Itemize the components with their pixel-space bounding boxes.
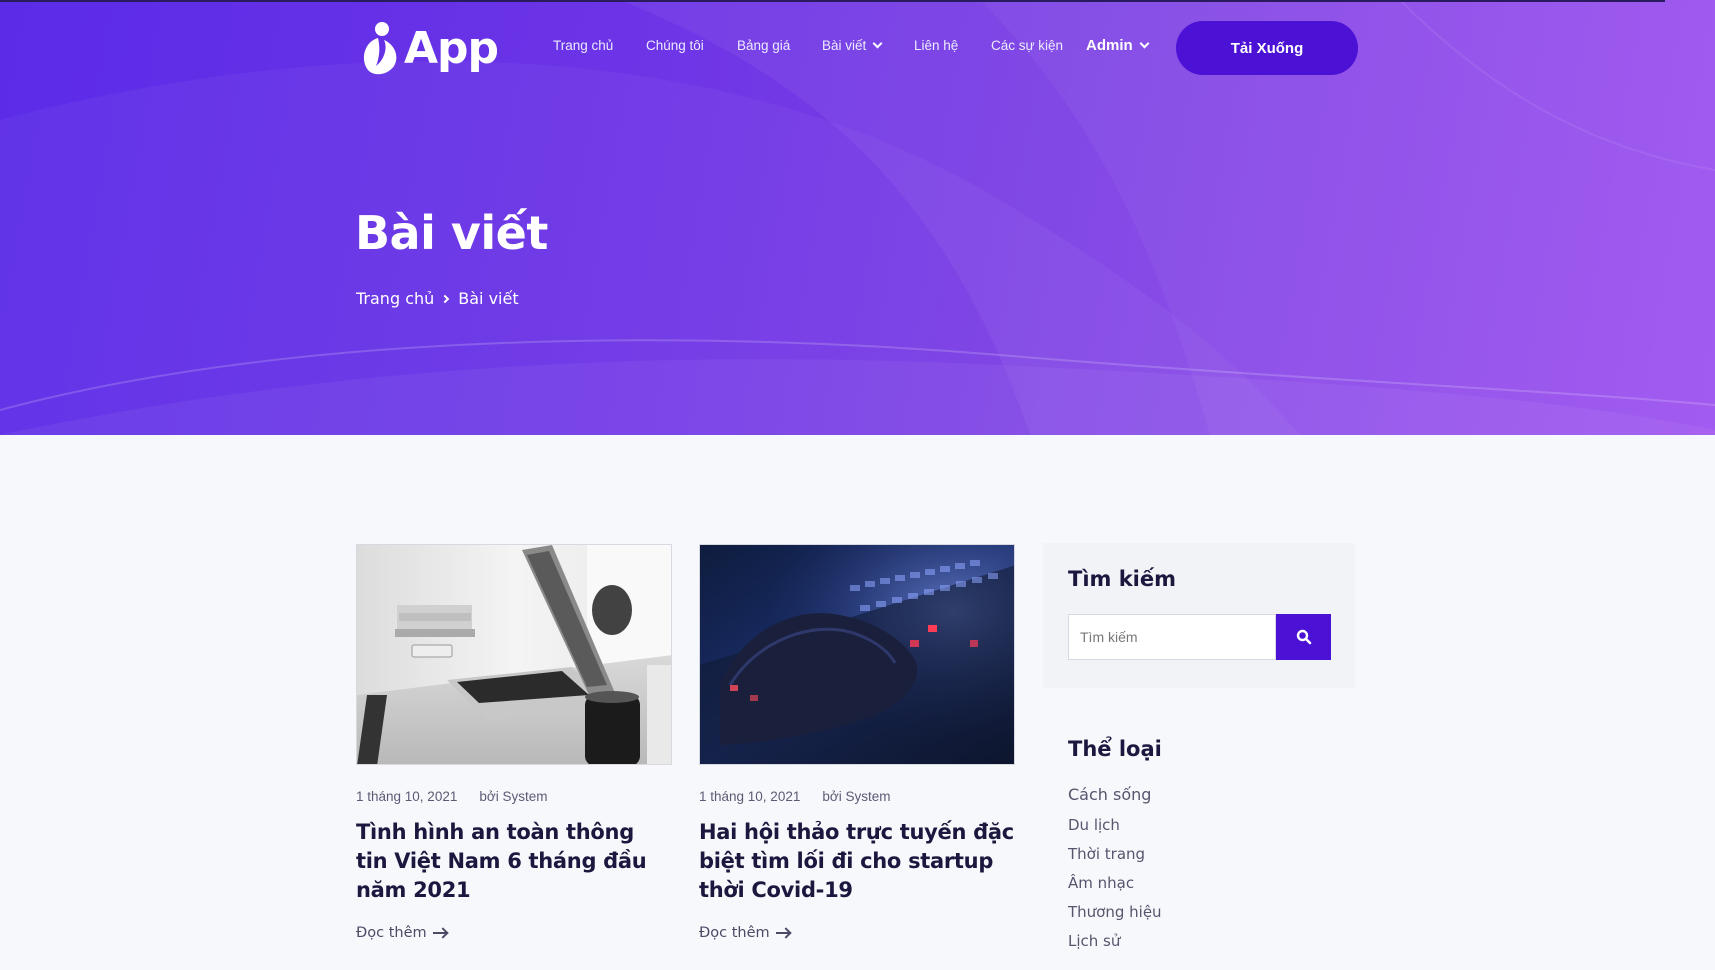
nav-item-label: Các sự kiện: [991, 38, 1064, 53]
breadcrumb: Trang chủ Bài viết: [356, 289, 519, 308]
download-button[interactable]: Tải Xuống: [1176, 21, 1358, 75]
category-item[interactable]: Âm nhạc: [1068, 874, 1134, 892]
post-meta: 1 tháng 10, 2021 bởi System: [356, 789, 672, 804]
post-image-keyboard[interactable]: [699, 544, 1015, 765]
post-card: 1 tháng 10, 2021 bởi System Tình hình an…: [356, 544, 672, 941]
post-title-link[interactable]: Tình hình an toàn thông tin Việt Nam 6 t…: [356, 818, 672, 905]
page-title: Bài viết: [355, 206, 548, 260]
post-card: 1 tháng 10, 2021 bởi System Hai hội thảo…: [699, 544, 1015, 941]
chevron-down-icon: [872, 38, 883, 49]
chevron-right-icon: [441, 294, 450, 303]
search-input[interactable]: Tìm kiếm: [1068, 614, 1276, 660]
breadcrumb-current: Bài viết: [458, 289, 519, 308]
search-icon: [1296, 629, 1311, 645]
category-item[interactable]: Lịch sử: [1068, 932, 1120, 950]
logo[interactable]: App: [358, 20, 499, 76]
post-meta: 1 tháng 10, 2021 bởi System: [699, 789, 1015, 804]
read-more-link[interactable]: Đọc thêm: [356, 925, 672, 941]
nav-item-label: Chúng tôi: [646, 38, 704, 53]
breadcrumb-home-link[interactable]: Trang chủ: [356, 289, 434, 308]
category-item[interactable]: Thời trang: [1068, 845, 1145, 863]
search-button[interactable]: [1276, 614, 1331, 660]
search-widget-title: Tìm kiếm: [1068, 567, 1177, 591]
arrow-right-icon: [775, 932, 789, 934]
top-navigation: App Trang chủ Chúng tôi Bảng giá Bài viế…: [0, 0, 1715, 96]
post-title-link[interactable]: Hai hội thảo trực tuyến đặc biệt tìm lối…: [699, 818, 1015, 905]
categories-widget-title: Thể loại: [1068, 737, 1162, 761]
nav-item-label: Bài viết: [822, 38, 867, 53]
arrow-right-icon: [432, 932, 446, 934]
nav-item-articles[interactable]: Bài viết: [822, 38, 883, 53]
post-date: 1 tháng 10, 2021: [699, 789, 801, 804]
post-author[interactable]: bởi System: [822, 789, 890, 804]
hero-banner: App Trang chủ Chúng tôi Bảng giá Bài viế…: [0, 0, 1715, 435]
category-item[interactable]: Cách sống: [1068, 785, 1151, 804]
nav-item-events[interactable]: Các sự kiện: [991, 38, 1063, 53]
nav-item-admin[interactable]: Admin: [1086, 37, 1150, 54]
read-more-label: Đọc thêm: [356, 925, 427, 941]
nav-item-contact[interactable]: Liên hệ: [914, 38, 958, 53]
nav-item-label: Trang chủ: [553, 38, 614, 53]
read-more-label: Đọc thêm: [699, 925, 770, 941]
post-date: 1 tháng 10, 2021: [356, 789, 458, 804]
nav-item-pricing[interactable]: Bảng giá: [737, 38, 790, 53]
logo-person-icon: [358, 20, 400, 76]
post-image-laptop[interactable]: [356, 544, 672, 765]
category-item[interactable]: Du lịch: [1068, 816, 1120, 834]
nav-item-label: Admin: [1086, 37, 1133, 54]
nav-item-label: Liên hệ: [914, 38, 959, 53]
nav-item-home[interactable]: Trang chủ: [553, 38, 613, 53]
nav-item-about[interactable]: Chúng tôi: [646, 38, 704, 53]
chevron-down-icon: [1139, 38, 1150, 49]
read-more-link[interactable]: Đọc thêm: [699, 925, 1015, 941]
nav-item-label: Bảng giá: [737, 38, 791, 53]
logo-text: App: [404, 22, 499, 74]
category-item[interactable]: Thương hiệu: [1068, 903, 1162, 921]
post-author[interactable]: bởi System: [479, 789, 547, 804]
